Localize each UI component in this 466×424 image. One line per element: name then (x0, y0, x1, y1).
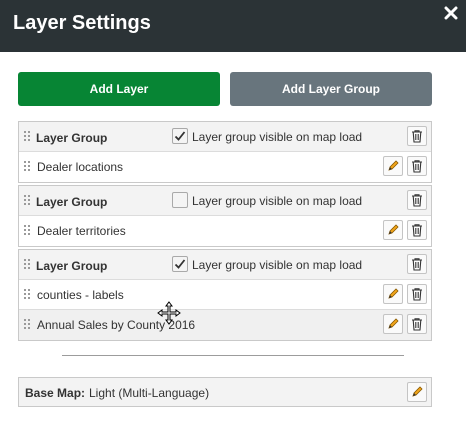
delete-layer-button[interactable] (407, 314, 427, 334)
edit-layer-button[interactable] (383, 220, 403, 240)
edit-layer-button[interactable] (383, 156, 403, 176)
trash-icon (412, 130, 422, 143)
layer-row: Dealer territories (19, 216, 431, 246)
layer-group-1: Layer Group Layer group visible on map l… (18, 121, 432, 183)
trash-icon (412, 258, 422, 271)
trash-icon (412, 194, 422, 207)
trash-icon (412, 318, 422, 331)
layer-group-2: Layer Group Layer group visible on map l… (18, 185, 432, 247)
layer-group-header: Layer Group Layer group visible on map l… (19, 122, 431, 152)
layer-group-label: Layer Group (36, 259, 108, 273)
edit-base-map-button[interactable] (407, 382, 427, 402)
trash-icon (412, 288, 422, 301)
delete-group-button[interactable] (407, 190, 427, 210)
delete-layer-button[interactable] (407, 156, 427, 176)
title-bar: Layer Settings (0, 0, 466, 52)
edit-layer-button[interactable] (383, 314, 403, 334)
trash-icon (412, 224, 422, 237)
visible-on-load-label: Layer group visible on map load (192, 130, 363, 144)
dialog-title: Layer Settings (13, 12, 151, 34)
edit-layer-button[interactable] (383, 284, 403, 304)
layer-row: counties - labels (19, 280, 431, 310)
layer-name: Dealer locations (37, 160, 124, 174)
pencil-icon (388, 288, 399, 299)
layer-row: Dealer locations (19, 152, 431, 182)
add-layer-group-button[interactable]: Add Layer Group (230, 72, 432, 106)
layer-row: Annual Sales by County 2016 (19, 310, 431, 340)
delete-group-button[interactable] (407, 254, 427, 274)
visible-on-load-checkbox[interactable] (172, 256, 188, 272)
close-icon[interactable] (444, 6, 458, 20)
add-layer-button[interactable]: Add Layer (18, 72, 220, 106)
base-map-row: Base Map: Light (Multi-Language) (18, 377, 432, 407)
trash-icon (412, 160, 422, 173)
layer-name: Dealer territories (37, 224, 126, 238)
delete-group-button[interactable] (407, 126, 427, 146)
visible-on-load-checkbox[interactable] (172, 192, 188, 208)
drag-handle-icon[interactable] (24, 225, 30, 237)
drag-handle-icon[interactable] (24, 289, 30, 301)
checkmark-icon (174, 131, 186, 141)
visible-on-load-label: Layer group visible on map load (192, 258, 363, 272)
pencil-icon (388, 224, 399, 235)
pencil-icon (412, 386, 423, 397)
divider (62, 355, 404, 356)
layer-group-header: Layer Group Layer group visible on map l… (19, 250, 431, 280)
delete-layer-button[interactable] (407, 220, 427, 240)
base-map-label: Base Map: (25, 386, 86, 400)
drag-handle-icon[interactable] (24, 259, 30, 271)
layer-group-header: Layer Group Layer group visible on map l… (19, 186, 431, 216)
visible-on-load-checkbox[interactable] (172, 128, 188, 144)
base-map-value: Light (Multi-Language) (89, 386, 210, 400)
layer-group-label: Layer Group (36, 131, 108, 145)
checkmark-icon (174, 259, 186, 269)
move-cursor-icon (157, 301, 181, 325)
drag-handle-icon[interactable] (24, 319, 30, 331)
drag-handle-icon[interactable] (24, 195, 30, 207)
layer-name: counties - labels (37, 288, 124, 302)
visible-on-load-label: Layer group visible on map load (192, 194, 363, 208)
layer-group-3: Layer Group Layer group visible on map l… (18, 249, 432, 341)
drag-handle-icon[interactable] (24, 161, 30, 173)
layer-group-label: Layer Group (36, 195, 108, 209)
pencil-icon (388, 160, 399, 171)
drag-handle-icon[interactable] (24, 131, 30, 143)
pencil-icon (388, 318, 399, 329)
delete-layer-button[interactable] (407, 284, 427, 304)
